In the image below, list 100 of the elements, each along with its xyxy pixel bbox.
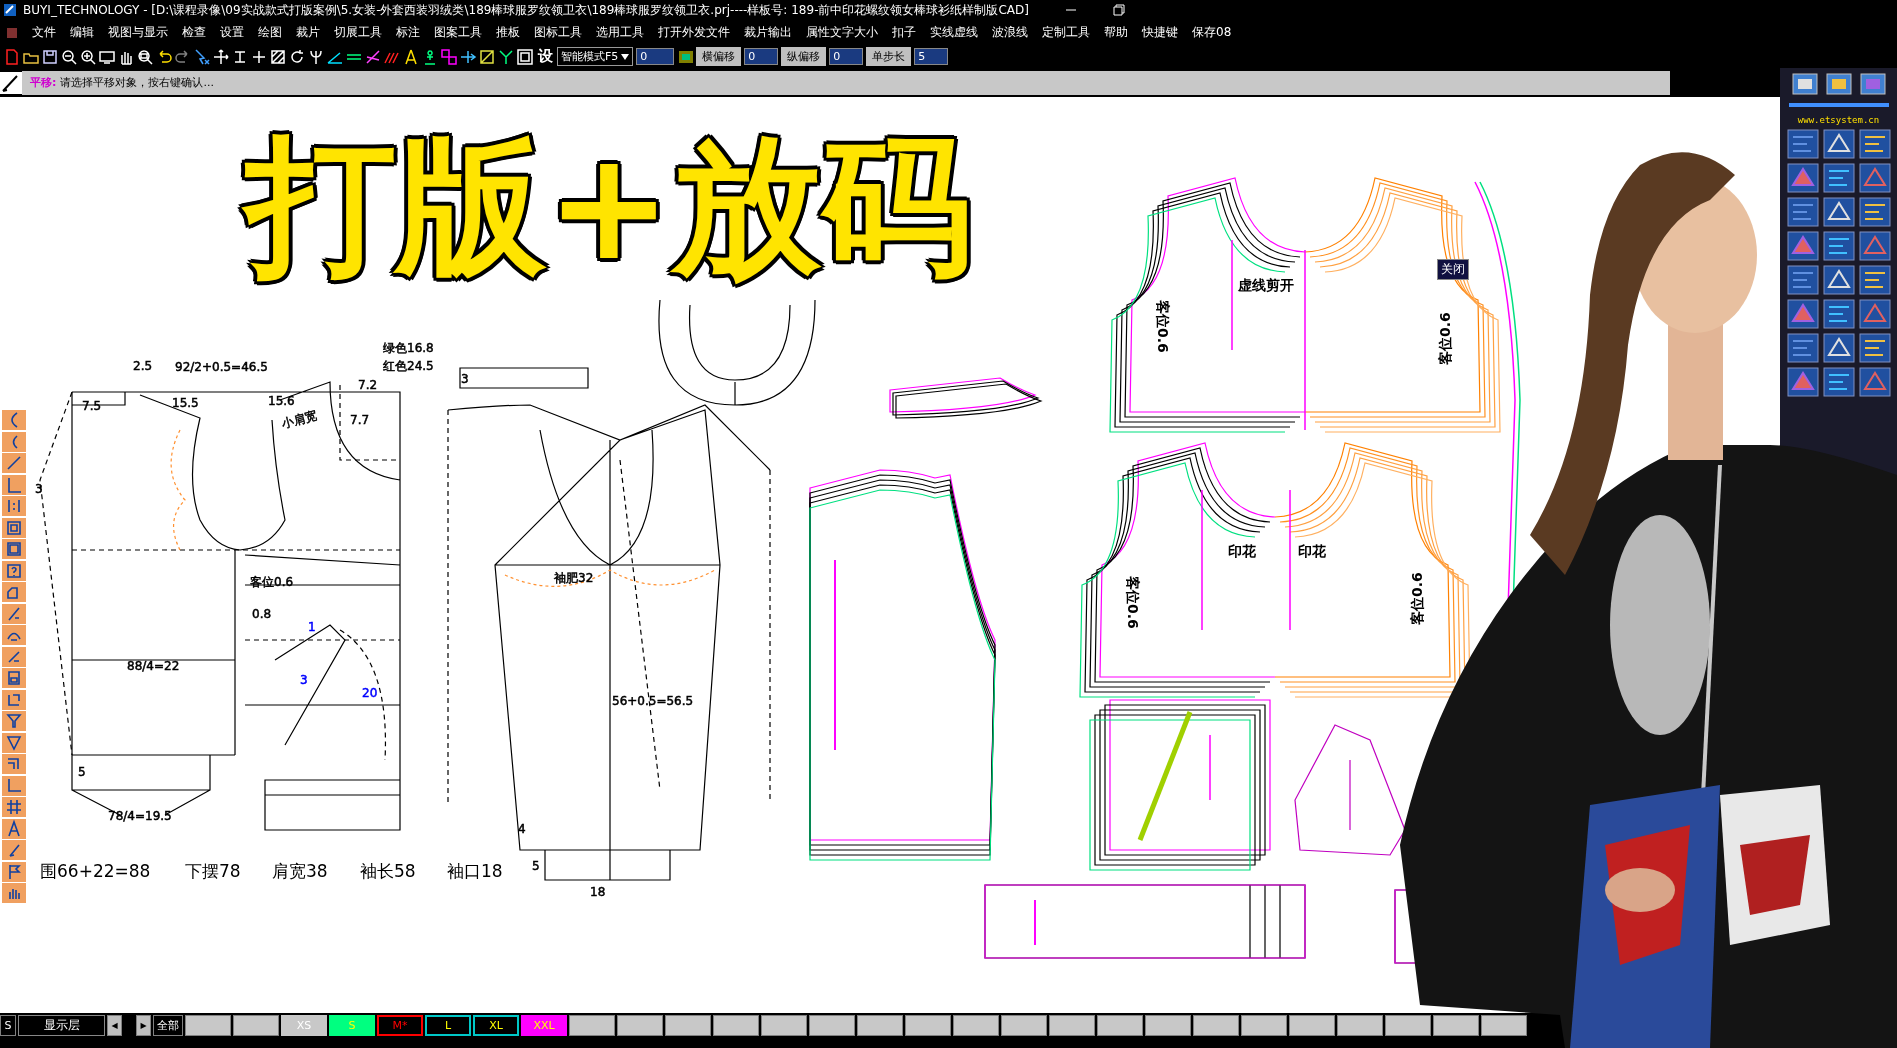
menu-item[interactable]: 图标工具 <box>534 24 582 41</box>
shape-tool-icon[interactable] <box>2 582 26 602</box>
menu-item[interactable]: 帮助 <box>1104 24 1128 41</box>
slash-tool-icon[interactable] <box>2 646 26 667</box>
hand-tool-icon[interactable] <box>2 883 26 903</box>
menu-item[interactable]: 设置 <box>220 24 244 41</box>
menu-item[interactable]: 快捷键 <box>1142 24 1178 41</box>
menu-item[interactable]: 定制工具 <box>1042 24 1090 41</box>
help-icon[interactable] <box>2 560 26 581</box>
menu-item[interactable]: 实线虚线 <box>930 24 978 41</box>
new-file-icon[interactable] <box>3 47 21 66</box>
panel-tool-icon[interactable] <box>1786 333 1819 363</box>
panel-tool-icon[interactable] <box>1858 265 1891 295</box>
select-arrow-icon[interactable] <box>193 47 211 66</box>
panel-tool-icon[interactable] <box>1786 265 1819 295</box>
cross-line-icon[interactable] <box>364 47 382 66</box>
restore-icon[interactable] <box>1113 4 1125 16</box>
zoom-in-icon[interactable] <box>79 47 97 66</box>
compass-icon[interactable] <box>402 47 420 66</box>
step-tool-icon[interactable] <box>2 754 26 774</box>
panel-tool-icon[interactable] <box>1822 231 1855 261</box>
menu-item[interactable]: 推板 <box>496 24 520 41</box>
spacing-tool-icon[interactable] <box>2 496 26 516</box>
square-tool-icon[interactable] <box>2 517 26 538</box>
menu-item[interactable]: 选用工具 <box>596 24 644 41</box>
menu-item[interactable]: 裁片输出 <box>744 24 792 41</box>
dimension-label: 88/4=22 <box>127 659 180 673</box>
menu-item[interactable]: 检查 <box>182 24 206 41</box>
value-field[interactable]: 0 <box>636 48 675 65</box>
offset-field[interactable]: 5 <box>914 48 949 65</box>
menu-item[interactable]: 裁片 <box>296 24 320 41</box>
panel-tool-icon[interactable] <box>1859 73 1886 95</box>
panel-tool-icon[interactable] <box>1822 163 1855 193</box>
zoom-window-icon[interactable] <box>136 47 154 66</box>
square-tool-icon[interactable] <box>2 539 26 559</box>
size-button[interactable]: L <box>425 1015 471 1036</box>
menu-item[interactable]: 打开外发文件 <box>658 24 730 41</box>
panel-tool-icon[interactable] <box>1822 333 1855 363</box>
color-grid-icon[interactable] <box>440 47 458 66</box>
previous-button[interactable]: ◀ <box>107 1015 122 1036</box>
menu-item[interactable]: 属性文字大小 <box>806 24 878 41</box>
menu-item[interactable]: 保存08 <box>1192 24 1232 41</box>
menu-item[interactable]: 编辑 <box>70 24 94 41</box>
size-button[interactable]: XL <box>473 1015 519 1036</box>
close-button[interactable]: 关闭 <box>1437 259 1469 280</box>
zoom-out-icon[interactable] <box>60 47 78 66</box>
menu-item[interactable]: 波浪线 <box>992 24 1028 41</box>
menu-item[interactable]: 切展工具 <box>334 24 382 41</box>
panel-tool-icon[interactable] <box>1822 299 1855 329</box>
panel-tool-icon[interactable] <box>1822 197 1855 227</box>
menu-item[interactable]: 文件 <box>32 24 56 41</box>
offset-field[interactable]: 0 <box>744 48 779 65</box>
layer-button[interactable]: S <box>0 1015 16 1036</box>
rotate-icon[interactable] <box>288 47 306 66</box>
curve-tool-icon[interactable] <box>2 410 26 430</box>
panel-tool-icon[interactable] <box>1791 73 1818 95</box>
size-button[interactable]: M* <box>377 1015 423 1036</box>
pen-tool-icon[interactable] <box>2 840 26 860</box>
menu-item[interactable]: 视图与显示 <box>108 24 168 41</box>
menu-item[interactable]: 标注 <box>396 24 420 41</box>
save-icon[interactable] <box>41 47 59 66</box>
dimension-label: 3 <box>300 673 308 687</box>
measure-icon[interactable] <box>478 47 496 66</box>
prompt-message: 请选择平移对象，按右键确认... <box>60 75 214 90</box>
panel-tool-icon[interactable] <box>1858 197 1891 227</box>
letter-tool-icon[interactable] <box>2 818 26 839</box>
all-button[interactable]: 全部 <box>153 1015 183 1036</box>
panel-tool-icon[interactable] <box>1825 73 1852 95</box>
dimension-label: 7.5 <box>82 399 102 413</box>
arch-tool-icon[interactable] <box>2 625 26 645</box>
slash-tool-icon[interactable] <box>2 603 26 624</box>
line-tool-icon[interactable] <box>2 453 26 473</box>
panel-tool-icon[interactable] <box>1858 333 1891 363</box>
offset-field[interactable]: 0 <box>829 48 864 65</box>
menu-item[interactable]: 扣子 <box>892 24 916 41</box>
arc-tool-icon[interactable] <box>2 431 26 452</box>
grid-tool-icon[interactable] <box>2 797 26 817</box>
frame-icon[interactable] <box>516 47 534 66</box>
axis-tool-icon[interactable] <box>2 775 26 796</box>
panel-tool-icon[interactable] <box>1858 129 1891 159</box>
funnel-icon[interactable] <box>2 732 26 753</box>
menu-item[interactable]: 图案工具 <box>434 24 482 41</box>
panel-tool-icon[interactable] <box>1786 129 1819 159</box>
settings-button[interactable]: 设 <box>538 47 553 66</box>
flag-tool-icon[interactable] <box>2 861 26 882</box>
panel-tool-icon[interactable] <box>1822 265 1855 295</box>
mode-dropdown[interactable]: 智能模式F5 <box>557 47 634 66</box>
corner-tool-icon[interactable] <box>2 474 26 495</box>
move-cross-icon[interactable] <box>212 47 230 66</box>
menu-item[interactable]: 绘图 <box>258 24 282 41</box>
corner-tool-icon[interactable] <box>2 689 26 710</box>
panel-tool-icon[interactable] <box>1822 129 1855 159</box>
panel-tool-icon[interactable] <box>1822 367 1855 397</box>
dimension-label: 3 <box>461 372 469 386</box>
merge-arrow-icon[interactable] <box>497 47 515 66</box>
piece-label: 印花 <box>1228 543 1256 559</box>
hatch-icon[interactable] <box>269 47 287 66</box>
next-button[interactable]: ▶ <box>136 1015 151 1036</box>
funnel-icon[interactable] <box>2 711 26 731</box>
panel-tool-icon[interactable] <box>1786 197 1819 227</box>
